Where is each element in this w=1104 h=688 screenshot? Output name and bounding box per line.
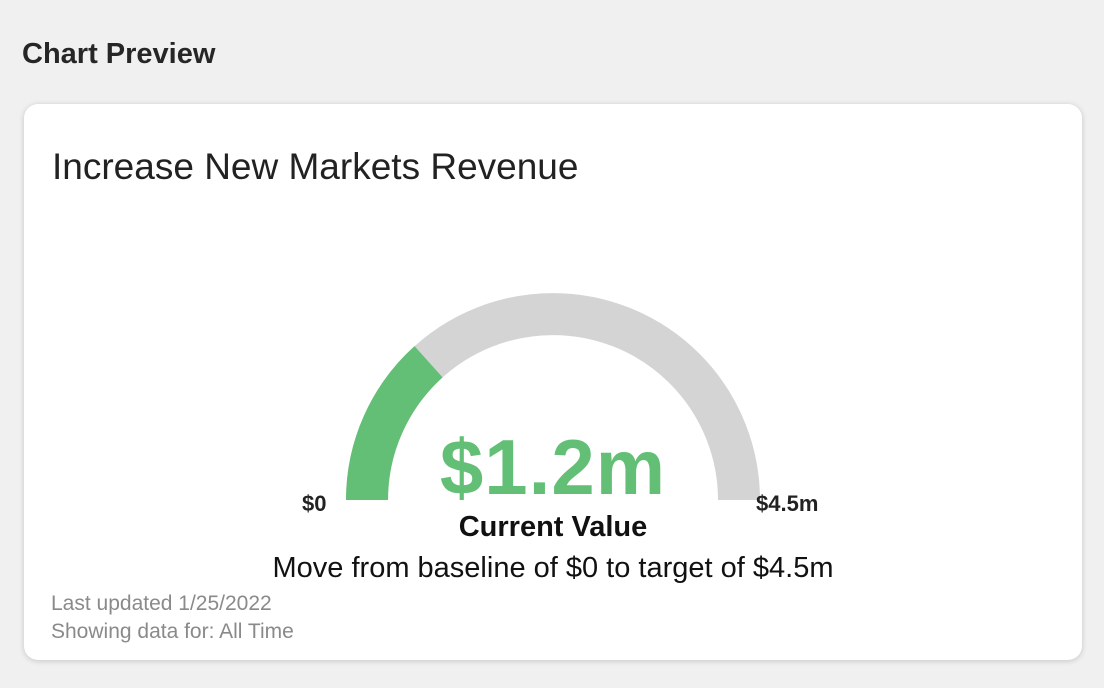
section-title: Chart Preview (22, 38, 216, 70)
goal-description: Move from baseline of $0 to target of $4… (272, 552, 834, 584)
last-updated-text: Last updated 1/25/2022 (51, 592, 272, 615)
gauge-current-value-caption: Current Value (458, 511, 648, 543)
chart-card: Increase New Markets Revenue $0 $4.5m $1… (24, 104, 1082, 660)
gauge-max-label: $4.5m (756, 491, 819, 516)
showing-data-for-text: Showing data for: All Time (51, 620, 294, 643)
gauge-current-value: $1.2m (439, 423, 667, 511)
gauge-min-label: $0 (302, 491, 327, 516)
chart-preview-page: Chart Preview Increase New Markets Reven… (0, 0, 1104, 688)
